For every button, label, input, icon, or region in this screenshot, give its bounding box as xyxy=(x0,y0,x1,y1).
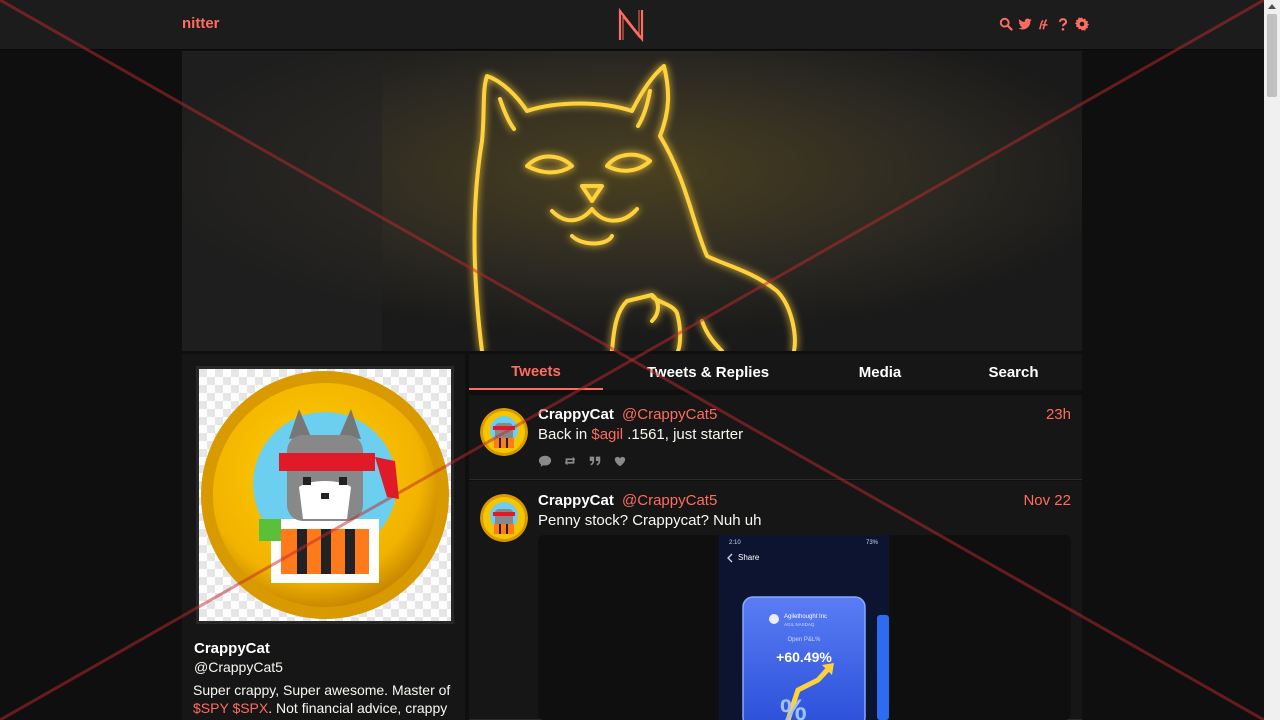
bio-text: . Not financial advice, crappy xyxy=(268,700,448,716)
tab-media[interactable]: Media xyxy=(814,354,946,390)
tweet-text: .1561, just starter xyxy=(623,426,744,443)
crappycat-avatar-image xyxy=(480,408,528,456)
phone-pnl-label: Open P&L% xyxy=(787,637,821,643)
scrollbar-thumb[interactable] xyxy=(1267,14,1277,97)
bio-text: Super crappy, Super awesome. Master of xyxy=(193,682,451,698)
tweet-text: Back in xyxy=(538,426,592,443)
search-icon[interactable] xyxy=(998,16,1013,32)
tweet-avatar[interactable] xyxy=(480,494,528,542)
tweet[interactable]: CrappyCat @CrappyCat5 23h Back in $agil … xyxy=(469,395,1082,480)
neon-cat-banner-image xyxy=(182,51,1082,351)
crappycat-coin-image xyxy=(199,369,451,621)
svg-text:%: % xyxy=(780,694,807,720)
timeline-tabs: Tweets Tweets & Replies Media Search xyxy=(469,354,1082,390)
tab-search[interactable]: Search xyxy=(947,354,1080,390)
tweet-avatar[interactable] xyxy=(480,408,528,456)
tweet-header: CrappyCat @CrappyCat5 xyxy=(538,406,717,423)
tweet-username[interactable]: @CrappyCat5 xyxy=(622,492,717,509)
tweet-fullname[interactable]: CrappyCat xyxy=(538,406,614,423)
phone-status-battery: 73% xyxy=(866,540,879,546)
retweet-icon[interactable] xyxy=(563,454,577,468)
heart-icon[interactable] xyxy=(613,454,627,468)
phone-share-label: Share xyxy=(738,553,760,562)
profile-avatar[interactable] xyxy=(196,366,454,624)
tweet-username[interactable]: @CrappyCat5 xyxy=(622,406,717,423)
tweet-cashtag[interactable]: $agil xyxy=(591,426,623,443)
tweet-date[interactable]: 23h xyxy=(1046,406,1071,423)
phone-company: Agilethought Inc xyxy=(784,614,827,620)
profile-banner[interactable] xyxy=(182,51,1082,351)
gear-icon[interactable] xyxy=(1074,16,1089,32)
profile-bio: Super crappy, Super awesome. Master of $… xyxy=(193,681,461,717)
tweet[interactable]: CrappyCat @CrappyCat5 Nov 22 Penny stock… xyxy=(469,481,1082,720)
tweet-fullname[interactable]: CrappyCat xyxy=(538,492,614,509)
tab-tweets-and-replies[interactable]: Tweets & Replies xyxy=(623,354,793,390)
crappycat-avatar-image xyxy=(480,494,528,542)
nav-icons xyxy=(998,16,1089,32)
help-icon[interactable] xyxy=(1055,16,1070,32)
phone-ticker: AGIL NASDAQ xyxy=(784,622,815,627)
phone-screenshot-image: 2:10 73% Share Agilethought Inc AGIL NAS… xyxy=(719,535,889,720)
twitter-icon[interactable] xyxy=(1017,16,1032,32)
page-scrollbar[interactable] xyxy=(1264,0,1280,720)
tweet-attachment[interactable]: 2:10 73% Share Agilethought Inc AGIL NAS… xyxy=(538,535,1071,720)
tweet-content: Back in $agil .1561, just starter xyxy=(538,426,743,443)
timeline: CrappyCat @CrappyCat5 23h Back in $agil … xyxy=(469,395,1082,720)
tweet-content: Penny stock? Crappycat? Nuh uh xyxy=(538,512,762,529)
rss-icon[interactable] xyxy=(1036,16,1051,32)
bio-cashtag-spy[interactable]: $SPY xyxy=(193,700,229,716)
scroll-up-arrow-icon[interactable] xyxy=(1268,4,1276,9)
nav-brand-link[interactable]: nitter xyxy=(182,15,220,32)
phone-pnl-value: +60.49% xyxy=(776,649,832,665)
comment-icon[interactable] xyxy=(538,454,552,468)
tweet-header: CrappyCat @CrappyCat5 xyxy=(538,492,717,509)
profile-fullname[interactable]: CrappyCat xyxy=(194,640,270,657)
quote-icon[interactable] xyxy=(588,454,602,468)
tab-tweets[interactable]: Tweets xyxy=(469,354,603,390)
tweet-date[interactable]: Nov 22 xyxy=(1023,492,1071,509)
profile-card: CrappyCat @CrappyCat5 Super crappy, Supe… xyxy=(182,354,465,720)
phone-status-time: 2:10 xyxy=(729,540,741,546)
navbar: nitter xyxy=(0,0,1264,50)
nitter-logo[interactable] xyxy=(617,8,645,42)
profile-username[interactable]: @CrappyCat5 xyxy=(194,659,283,675)
tweet-stats xyxy=(538,454,627,468)
bio-cashtag-spx[interactable]: $SPX xyxy=(232,700,268,716)
